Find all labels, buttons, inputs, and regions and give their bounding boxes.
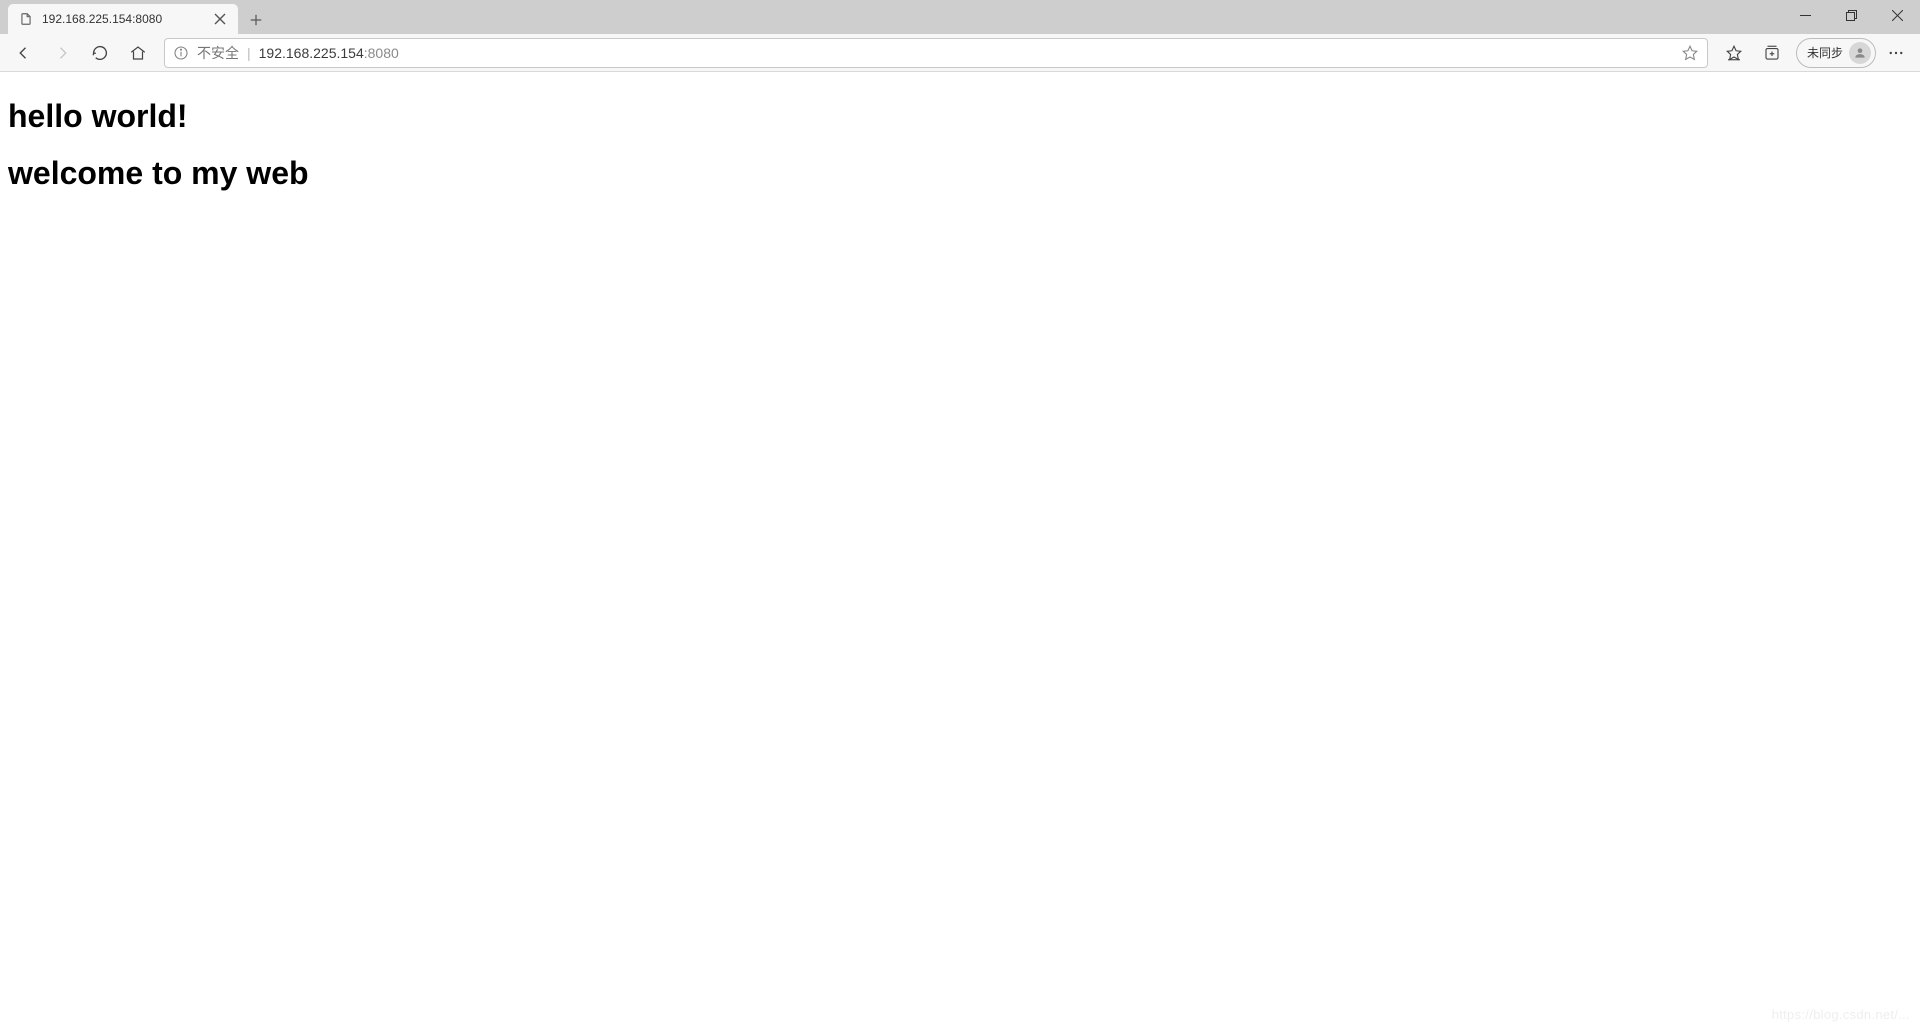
page-content: hello world! welcome to my web <box>0 72 1920 222</box>
address-bar[interactable]: 不安全 | 192.168.225.154:8080 <box>164 38 1708 68</box>
favorites-list-button[interactable] <box>1716 37 1752 69</box>
refresh-button[interactable] <box>82 37 118 69</box>
page-heading-1: hello world! <box>8 98 1912 135</box>
window-minimize-button[interactable] <box>1782 0 1828 30</box>
site-info-icon[interactable] <box>173 45 189 61</box>
page-icon <box>18 11 34 27</box>
window-controls <box>1782 0 1920 34</box>
window-maximize-button[interactable] <box>1828 0 1874 30</box>
tab-title: 192.168.225.154:8080 <box>42 12 204 26</box>
forward-button[interactable] <box>44 37 80 69</box>
browser-toolbar: 不安全 | 192.168.225.154:8080 未同步 <box>0 34 1920 72</box>
collections-button[interactable] <box>1754 37 1790 69</box>
tab-strip: 192.168.225.154:8080 <box>0 0 1920 34</box>
window-close-button[interactable] <box>1874 0 1920 30</box>
browser-tab[interactable]: 192.168.225.154:8080 <box>8 4 238 34</box>
profile-sync-label: 未同步 <box>1807 44 1843 61</box>
page-heading-2: welcome to my web <box>8 155 1912 192</box>
tab-close-button[interactable] <box>212 11 228 27</box>
home-button[interactable] <box>120 37 156 69</box>
new-tab-button[interactable] <box>242 6 270 34</box>
watermark-text: https://blog.csdn.net/... <box>1772 1007 1910 1022</box>
favorite-star-icon[interactable] <box>1681 44 1699 62</box>
url-port: :8080 <box>364 45 399 61</box>
security-label: 不安全 <box>197 43 239 63</box>
more-menu-button[interactable] <box>1878 37 1914 69</box>
avatar-icon <box>1849 42 1871 64</box>
url-text: 192.168.225.154:8080 <box>259 45 399 61</box>
profile-button[interactable]: 未同步 <box>1796 38 1876 68</box>
address-separator: | <box>247 45 251 61</box>
url-host: 192.168.225.154 <box>259 45 364 61</box>
back-button[interactable] <box>6 37 42 69</box>
